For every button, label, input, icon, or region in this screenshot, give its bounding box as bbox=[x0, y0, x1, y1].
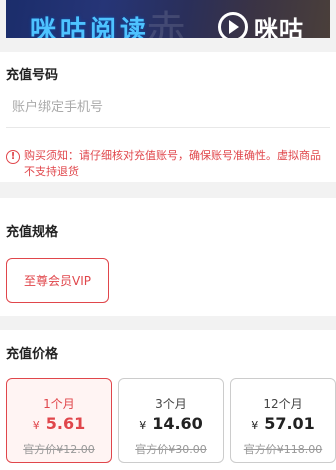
phone-number-input[interactable] bbox=[6, 90, 330, 124]
original-price: 官方价¥12.00 bbox=[23, 443, 95, 456]
recharge-spec-section: 充值规格 至尊会员VIP bbox=[0, 198, 336, 316]
spec-option-vip[interactable]: 至尊会员VIP bbox=[6, 258, 109, 303]
price-period: 1个月 bbox=[43, 397, 75, 411]
price-amount: 57.01 bbox=[264, 414, 315, 433]
price-period: 12个月 bbox=[263, 397, 303, 411]
banner-image: 咪咕阅读 赤 咪咕 bbox=[6, 0, 330, 38]
original-price: 官方价¥30.00 bbox=[135, 443, 207, 456]
section-title: 充值号码 bbox=[6, 68, 59, 83]
purchase-notice-text: 购买须知：请仔细核对充值账号，确保账号准确性。虚拟商品不支持退货 bbox=[24, 149, 321, 178]
banner-decoration: 赤 bbox=[146, 8, 186, 38]
price-value: ¥14.60 bbox=[119, 414, 223, 433]
warning-icon: ! bbox=[6, 150, 20, 164]
recharge-number-section: 充值号码 ! 购买须知：请仔细核对充值账号，确保账号准确性。虚拟商品不支持退货 bbox=[0, 52, 336, 182]
currency-symbol: ¥ bbox=[32, 419, 40, 432]
price-option-1-month[interactable]: 1个月 ¥5.61 官方价¥12.00 bbox=[6, 378, 112, 463]
price-amount: 5.61 bbox=[45, 414, 86, 433]
price-value: ¥57.01 bbox=[231, 414, 335, 433]
original-price: 官方价¥118.00 bbox=[243, 443, 323, 456]
section-title: 充值价格 bbox=[6, 347, 59, 362]
banner-brand: 咪咕 bbox=[254, 16, 304, 38]
price-amount: 14.60 bbox=[152, 414, 203, 433]
banner: 咪咕阅读 赤 咪咕 bbox=[0, 0, 336, 38]
price-option-3-months[interactable]: 3个月 ¥14.60 官方价¥30.00 bbox=[118, 378, 224, 463]
price-value: ¥5.61 bbox=[7, 414, 111, 433]
recharge-price-section: 充值价格 1个月 ¥5.61 官方价¥12.00 3个月 ¥14.60 官方价¥… bbox=[0, 330, 336, 470]
currency-symbol: ¥ bbox=[139, 419, 147, 432]
migu-logo-icon bbox=[218, 12, 248, 38]
currency-symbol: ¥ bbox=[251, 419, 259, 432]
section-title: 充值规格 bbox=[6, 225, 59, 240]
banner-title: 咪咕阅读 bbox=[30, 16, 151, 38]
divider bbox=[6, 127, 330, 128]
price-period: 3个月 bbox=[155, 397, 187, 411]
price-option-12-months[interactable]: 12个月 ¥57.01 官方价¥118.00 bbox=[230, 378, 336, 463]
